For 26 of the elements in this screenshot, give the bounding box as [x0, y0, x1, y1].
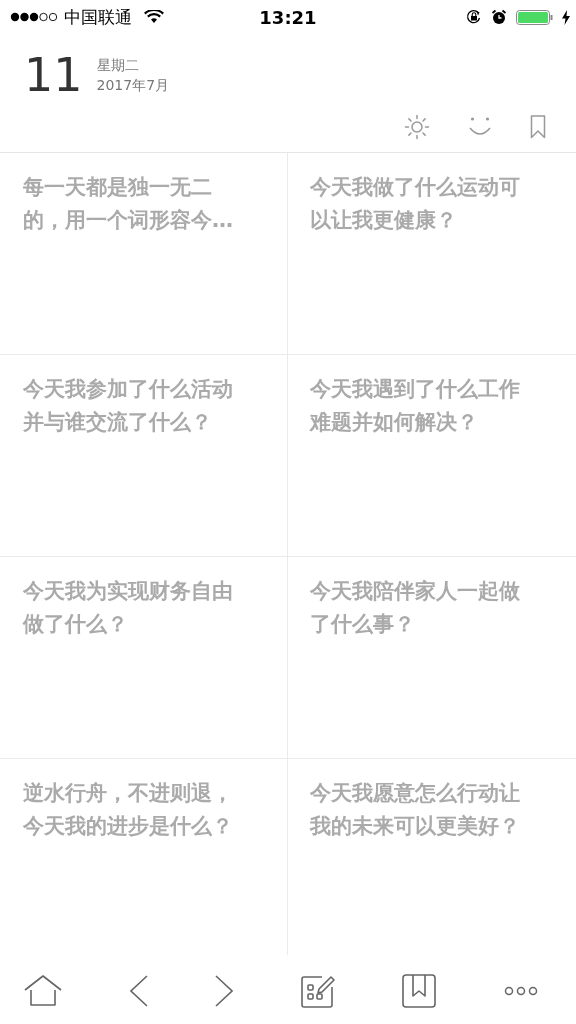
- grid-edit-icon[interactable]: [300, 973, 335, 1008]
- charging-bolt-icon: [562, 9, 570, 25]
- question-prompt[interactable]: 今天我陪伴家人一起做了什么事？: [310, 575, 525, 641]
- more-icon[interactable]: [503, 985, 538, 996]
- smiley-icon[interactable]: [468, 116, 492, 138]
- home-icon[interactable]: [24, 974, 62, 1007]
- alarm-icon: [491, 9, 507, 25]
- clock-time: 13:21: [258, 6, 318, 28]
- bookmark-icon[interactable]: [530, 115, 546, 139]
- question-prompt[interactable]: 今天我为实现财务自由做了什么？: [23, 575, 238, 641]
- battery-icon: [516, 9, 553, 25]
- day-number: 11: [24, 52, 83, 98]
- weekday-label: 星期二: [96, 56, 140, 74]
- bookmark-book-icon[interactable]: [402, 973, 437, 1008]
- question-prompt[interactable]: 今天我做了什么运动可以让我更健康？: [310, 171, 525, 237]
- month-label: 2017年7月: [96, 76, 170, 94]
- rotation-lock-icon: [466, 9, 482, 25]
- question-prompt[interactable]: 每一天都是独一无二的，用一个词形容今…: [23, 171, 238, 237]
- question-prompt[interactable]: 逆水行舟，不进则退，今天我的进步是什么？: [23, 777, 238, 843]
- question-prompt[interactable]: 今天我参加了什么活动并与谁交流了什么？: [23, 373, 238, 439]
- wifi-icon: [144, 10, 164, 24]
- question-prompt[interactable]: 今天我愿意怎么行动让我的未来可以更美好？: [310, 777, 525, 843]
- signal-icon: [10, 12, 58, 22]
- sun-icon[interactable]: [404, 114, 430, 140]
- question-prompt[interactable]: 今天我遇到了什么工作难题并如何解决？: [310, 373, 525, 439]
- carrier-name: 中国联通: [64, 5, 132, 29]
